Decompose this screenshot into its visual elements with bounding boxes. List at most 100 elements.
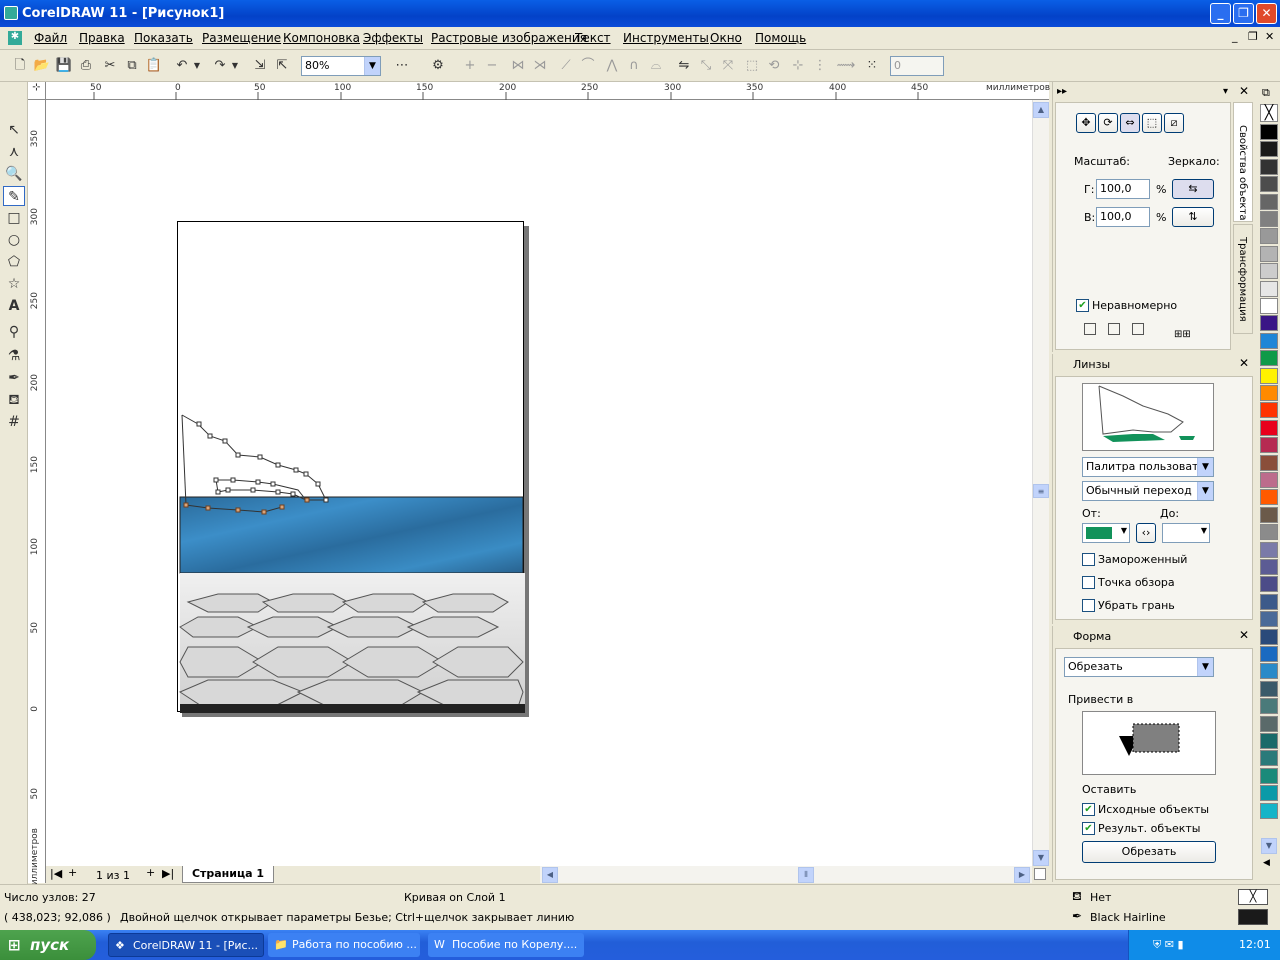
maximize-button[interactable]: ❐ <box>1233 3 1254 24</box>
menu-view[interactable]: Показать <box>134 31 193 45</box>
rotate-icon[interactable]: ⟳ <box>1098 113 1118 133</box>
menu-tools[interactable]: Инструменты <box>623 31 709 45</box>
print-icon[interactable]: ⎙ <box>76 56 96 76</box>
align-nodes-icon[interactable]: ⊹ <box>788 56 808 76</box>
break-curve-icon[interactable]: ⋊ <box>530 56 550 76</box>
doc-close-button[interactable]: ✕ <box>1265 30 1274 43</box>
extend-curve-icon[interactable]: ⤡ <box>696 56 716 76</box>
docker-close-icon[interactable]: ✕ <box>1239 84 1249 98</box>
palette-scroll-down[interactable]: ▼ <box>1261 838 1277 854</box>
v-scale-input[interactable]: 100,0 <box>1096 207 1150 227</box>
zoom-combo[interactable]: 80% ▼ <box>301 56 381 76</box>
join-nodes-icon[interactable]: ⋈ <box>508 56 528 76</box>
color-swatch[interactable] <box>1260 715 1278 732</box>
anchor-tc[interactable] <box>1108 323 1120 335</box>
curve-smoothness-field[interactable]: 0 <box>890 56 944 76</box>
color-swatch[interactable] <box>1260 228 1278 245</box>
color-swatch[interactable] <box>1260 646 1278 662</box>
eyedropper-icon[interactable]: ⚗ <box>3 346 25 366</box>
to-color-picker[interactable]: ▼ <box>1162 523 1210 543</box>
menu-window[interactable]: Окно <box>710 31 742 45</box>
anchor-tr[interactable] <box>1132 323 1144 335</box>
auto-close-icon[interactable]: ⟿ <box>836 56 856 76</box>
color-swatch[interactable] <box>1260 211 1278 227</box>
color-swatch[interactable] <box>1260 437 1278 454</box>
task-folder[interactable]: Работа по пособию ... 📁 <box>268 933 420 957</box>
snap-icon[interactable]: ⋯ <box>392 56 412 76</box>
bezier-tool-icon[interactable]: ✎ <box>3 186 25 206</box>
add-node-icon[interactable]: + <box>460 56 480 76</box>
color-swatch[interactable] <box>1260 541 1278 558</box>
options-icon[interactable]: ⚙ <box>428 56 448 76</box>
color-swatch[interactable] <box>1260 350 1278 367</box>
add-page-after-button[interactable]: + <box>146 866 155 879</box>
color-swatch[interactable] <box>1260 802 1278 819</box>
fill-tool-icon[interactable]: ⛾ <box>3 390 25 410</box>
color-swatch[interactable] <box>1260 750 1278 767</box>
import-icon[interactable]: ⇲ <box>250 56 270 76</box>
color-swatch[interactable] <box>1260 593 1278 610</box>
symmetric-node-icon[interactable]: ⌓ <box>646 56 666 76</box>
tab-object-properties[interactable]: Свойства объекта <box>1233 102 1253 222</box>
docker-expand-icon[interactable]: ▸▸ <box>1057 86 1067 97</box>
palette-expand-icon[interactable]: ◀ <box>1263 858 1270 868</box>
palette-menu-icon[interactable]: ⧉ <box>1262 86 1270 100</box>
paste-icon[interactable]: 📋 <box>144 56 164 76</box>
view-navigator-button[interactable] <box>1034 868 1046 880</box>
horizontal-ruler[interactable]: 50 0 50 100 150 200 250 300 350 400 450 … <box>46 82 1050 100</box>
outline-swatch[interactable] <box>1238 909 1268 925</box>
export-icon[interactable]: ⇱ <box>272 56 292 76</box>
rotate-nodes-icon[interactable]: ⟲ <box>764 56 784 76</box>
color-swatch[interactable] <box>1260 315 1278 332</box>
color-swatch[interactable] <box>1260 367 1278 384</box>
shape-tool-icon[interactable]: ⋏ <box>3 142 25 162</box>
document-icon[interactable]: ✱ <box>8 31 22 45</box>
start-button[interactable]: ⊞ пуск <box>0 930 96 960</box>
doc-restore-button[interactable]: ❐ <box>1248 30 1258 43</box>
vertical-ruler[interactable]: 350 300 250 200 150 100 50 0 50 миллимет… <box>28 100 46 892</box>
close-button[interactable]: ✕ <box>1256 3 1277 24</box>
reverse-direction-icon[interactable]: ⇋ <box>674 56 694 76</box>
color-swatch[interactable] <box>1260 489 1278 506</box>
redo-dropdown-icon[interactable]: ▼ <box>230 56 240 76</box>
doc-minimize-button[interactable]: _ <box>1232 30 1238 43</box>
undo-icon[interactable]: ↶ <box>172 56 192 76</box>
color-swatch[interactable] <box>1260 628 1278 645</box>
fill-swatch[interactable]: ╳ <box>1238 889 1268 905</box>
menu-bitmaps[interactable]: Растровые изображения <box>431 31 587 45</box>
docker-menu-icon[interactable]: ▾ <box>1223 86 1228 97</box>
menu-help[interactable]: Помощь <box>755 31 806 45</box>
color-swatch[interactable] <box>1260 176 1278 193</box>
save-icon[interactable]: 💾 <box>54 56 74 76</box>
color-swatch[interactable] <box>1260 263 1278 280</box>
source-objects-checkbox[interactable]: ✔ <box>1082 803 1095 816</box>
color-swatch[interactable] <box>1260 524 1278 541</box>
no-color-swatch[interactable]: ╳ <box>1260 104 1278 122</box>
cut-icon[interactable]: ✂ <box>100 56 120 76</box>
lens-close-icon[interactable]: ✕ <box>1239 356 1249 370</box>
frozen-checkbox[interactable]: ✔ <box>1082 553 1095 566</box>
select-all-nodes-icon[interactable]: ⁙ <box>862 56 882 76</box>
color-swatch[interactable] <box>1260 245 1278 262</box>
first-page-button[interactable]: |◀ <box>50 867 62 880</box>
lens-transition-select[interactable]: Обычный переход ▼ <box>1082 481 1214 501</box>
trim-button[interactable]: Обрезать <box>1082 841 1216 863</box>
undo-dropdown-icon[interactable]: ▼ <box>192 56 202 76</box>
nonproportional-checkbox[interactable]: ✔ <box>1076 299 1089 312</box>
color-swatch[interactable] <box>1260 733 1278 749</box>
menu-arrange[interactable]: Компоновка <box>283 31 360 45</box>
menu-file[interactable]: Файл <box>34 31 67 45</box>
color-swatch[interactable] <box>1260 385 1278 401</box>
color-swatch[interactable] <box>1260 454 1278 471</box>
document-page[interactable] <box>177 221 525 713</box>
to-line-icon[interactable]: ⟋ <box>556 56 576 76</box>
anchor-tl[interactable] <box>1084 323 1096 335</box>
horizontal-scrollbar[interactable]: ◀ ⦀ ▶ <box>540 866 1032 883</box>
open-icon[interactable]: 📂 <box>32 56 52 76</box>
redo-icon[interactable]: ↷ <box>210 56 230 76</box>
cusp-node-icon[interactable]: ⋀ <box>602 56 622 76</box>
size-icon[interactable]: ⬚ <box>1142 113 1162 133</box>
ruler-origin-icon[interactable]: ⊹ <box>28 82 46 100</box>
color-swatch[interactable] <box>1260 785 1278 802</box>
color-swatch[interactable] <box>1260 158 1278 175</box>
